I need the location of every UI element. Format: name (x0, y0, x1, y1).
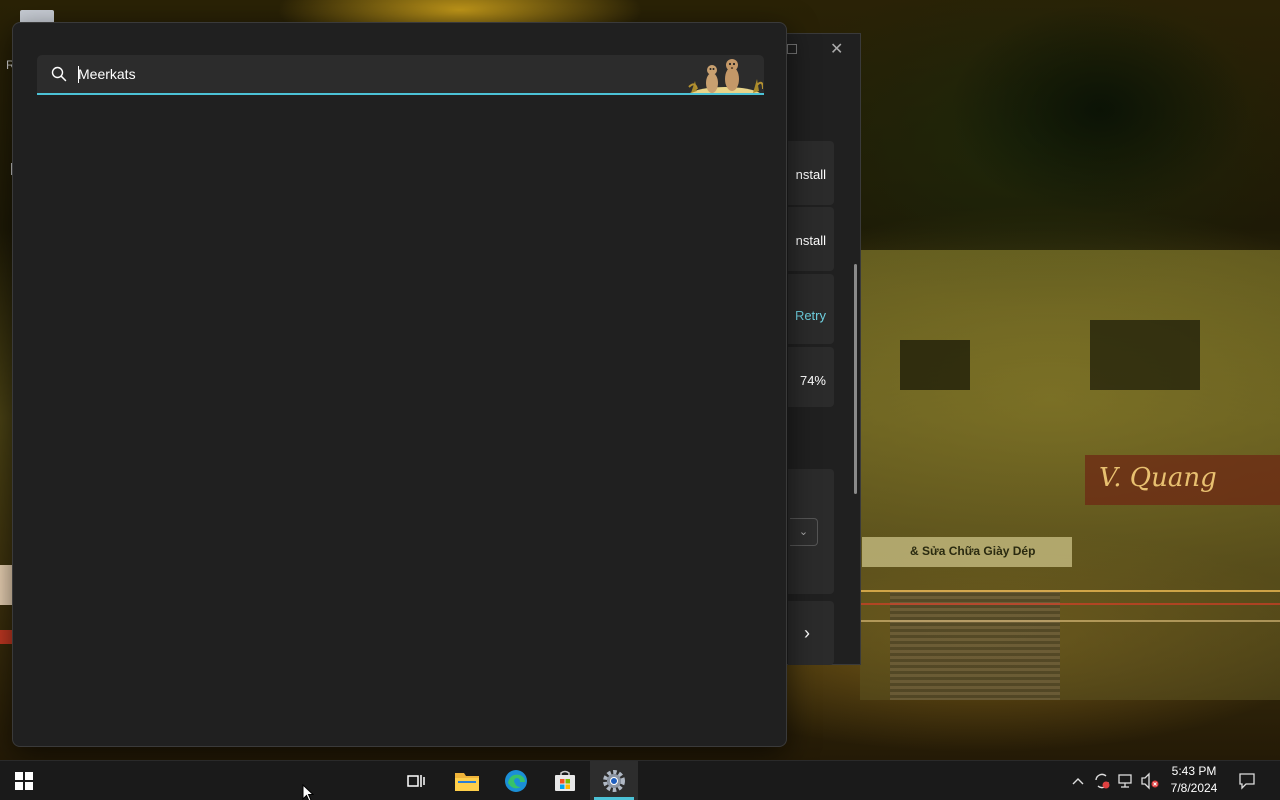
notification-icon[interactable] (1237, 771, 1257, 791)
wallpaper-shop-sign-secondary: & Sửa Chữa Giày Dép (862, 537, 1072, 567)
task-view-icon[interactable] (392, 761, 440, 800)
retry-link[interactable]: Retry (795, 308, 826, 323)
maximize-button[interactable] (787, 44, 797, 54)
chevron-up-icon[interactable] (1068, 771, 1088, 791)
search-input[interactable] (77, 55, 677, 93)
app-list-item[interactable]: Retry (788, 274, 834, 344)
wallpaper-shop-sign: V. Quang (1085, 455, 1280, 505)
wallpaper-tree (900, 0, 1280, 250)
clock-time: 5:43 PM (1171, 764, 1217, 778)
search-icon (51, 66, 67, 82)
search-panel (12, 22, 787, 747)
app-list-item[interactable]: nstall (788, 207, 834, 271)
progress-percent: 74% (799, 373, 826, 388)
settings-link-card[interactable] (788, 601, 834, 665)
app-list-item[interactable]: nstall (788, 141, 834, 205)
settings-icon[interactable] (590, 761, 638, 800)
mouse-cursor-icon (302, 784, 314, 800)
close-button[interactable]: ✕ (830, 39, 843, 59)
file-explorer-icon[interactable] (443, 761, 491, 800)
text-caret (78, 66, 79, 83)
dropdown-chevron-icon[interactable]: ⌄ (790, 518, 818, 546)
scrollbar[interactable] (854, 264, 857, 494)
install-button-label[interactable]: nstall (796, 167, 826, 182)
meerkats-illustration (688, 59, 763, 93)
microsoft-store-icon[interactable] (541, 761, 589, 800)
settings-window: ✕ nstall nstall Retry 74% ⌄ › (780, 33, 861, 665)
volume-muted-icon[interactable] (1140, 771, 1160, 791)
chevron-right-icon[interactable]: › (804, 623, 810, 644)
search-box[interactable] (37, 55, 764, 95)
sync-icon[interactable] (1092, 771, 1112, 791)
network-icon[interactable] (1116, 771, 1136, 791)
install-button-label[interactable]: nstall (796, 233, 826, 248)
clock-date: 7/8/2024 (1170, 781, 1218, 795)
app-list-item: 74% (788, 347, 834, 407)
windows-start-icon[interactable] (0, 761, 48, 800)
taskbar-clock[interactable]: 5:43 PM 7/8/2024 (1160, 763, 1228, 797)
edge-icon[interactable] (492, 761, 540, 800)
taskbar (0, 760, 1280, 800)
